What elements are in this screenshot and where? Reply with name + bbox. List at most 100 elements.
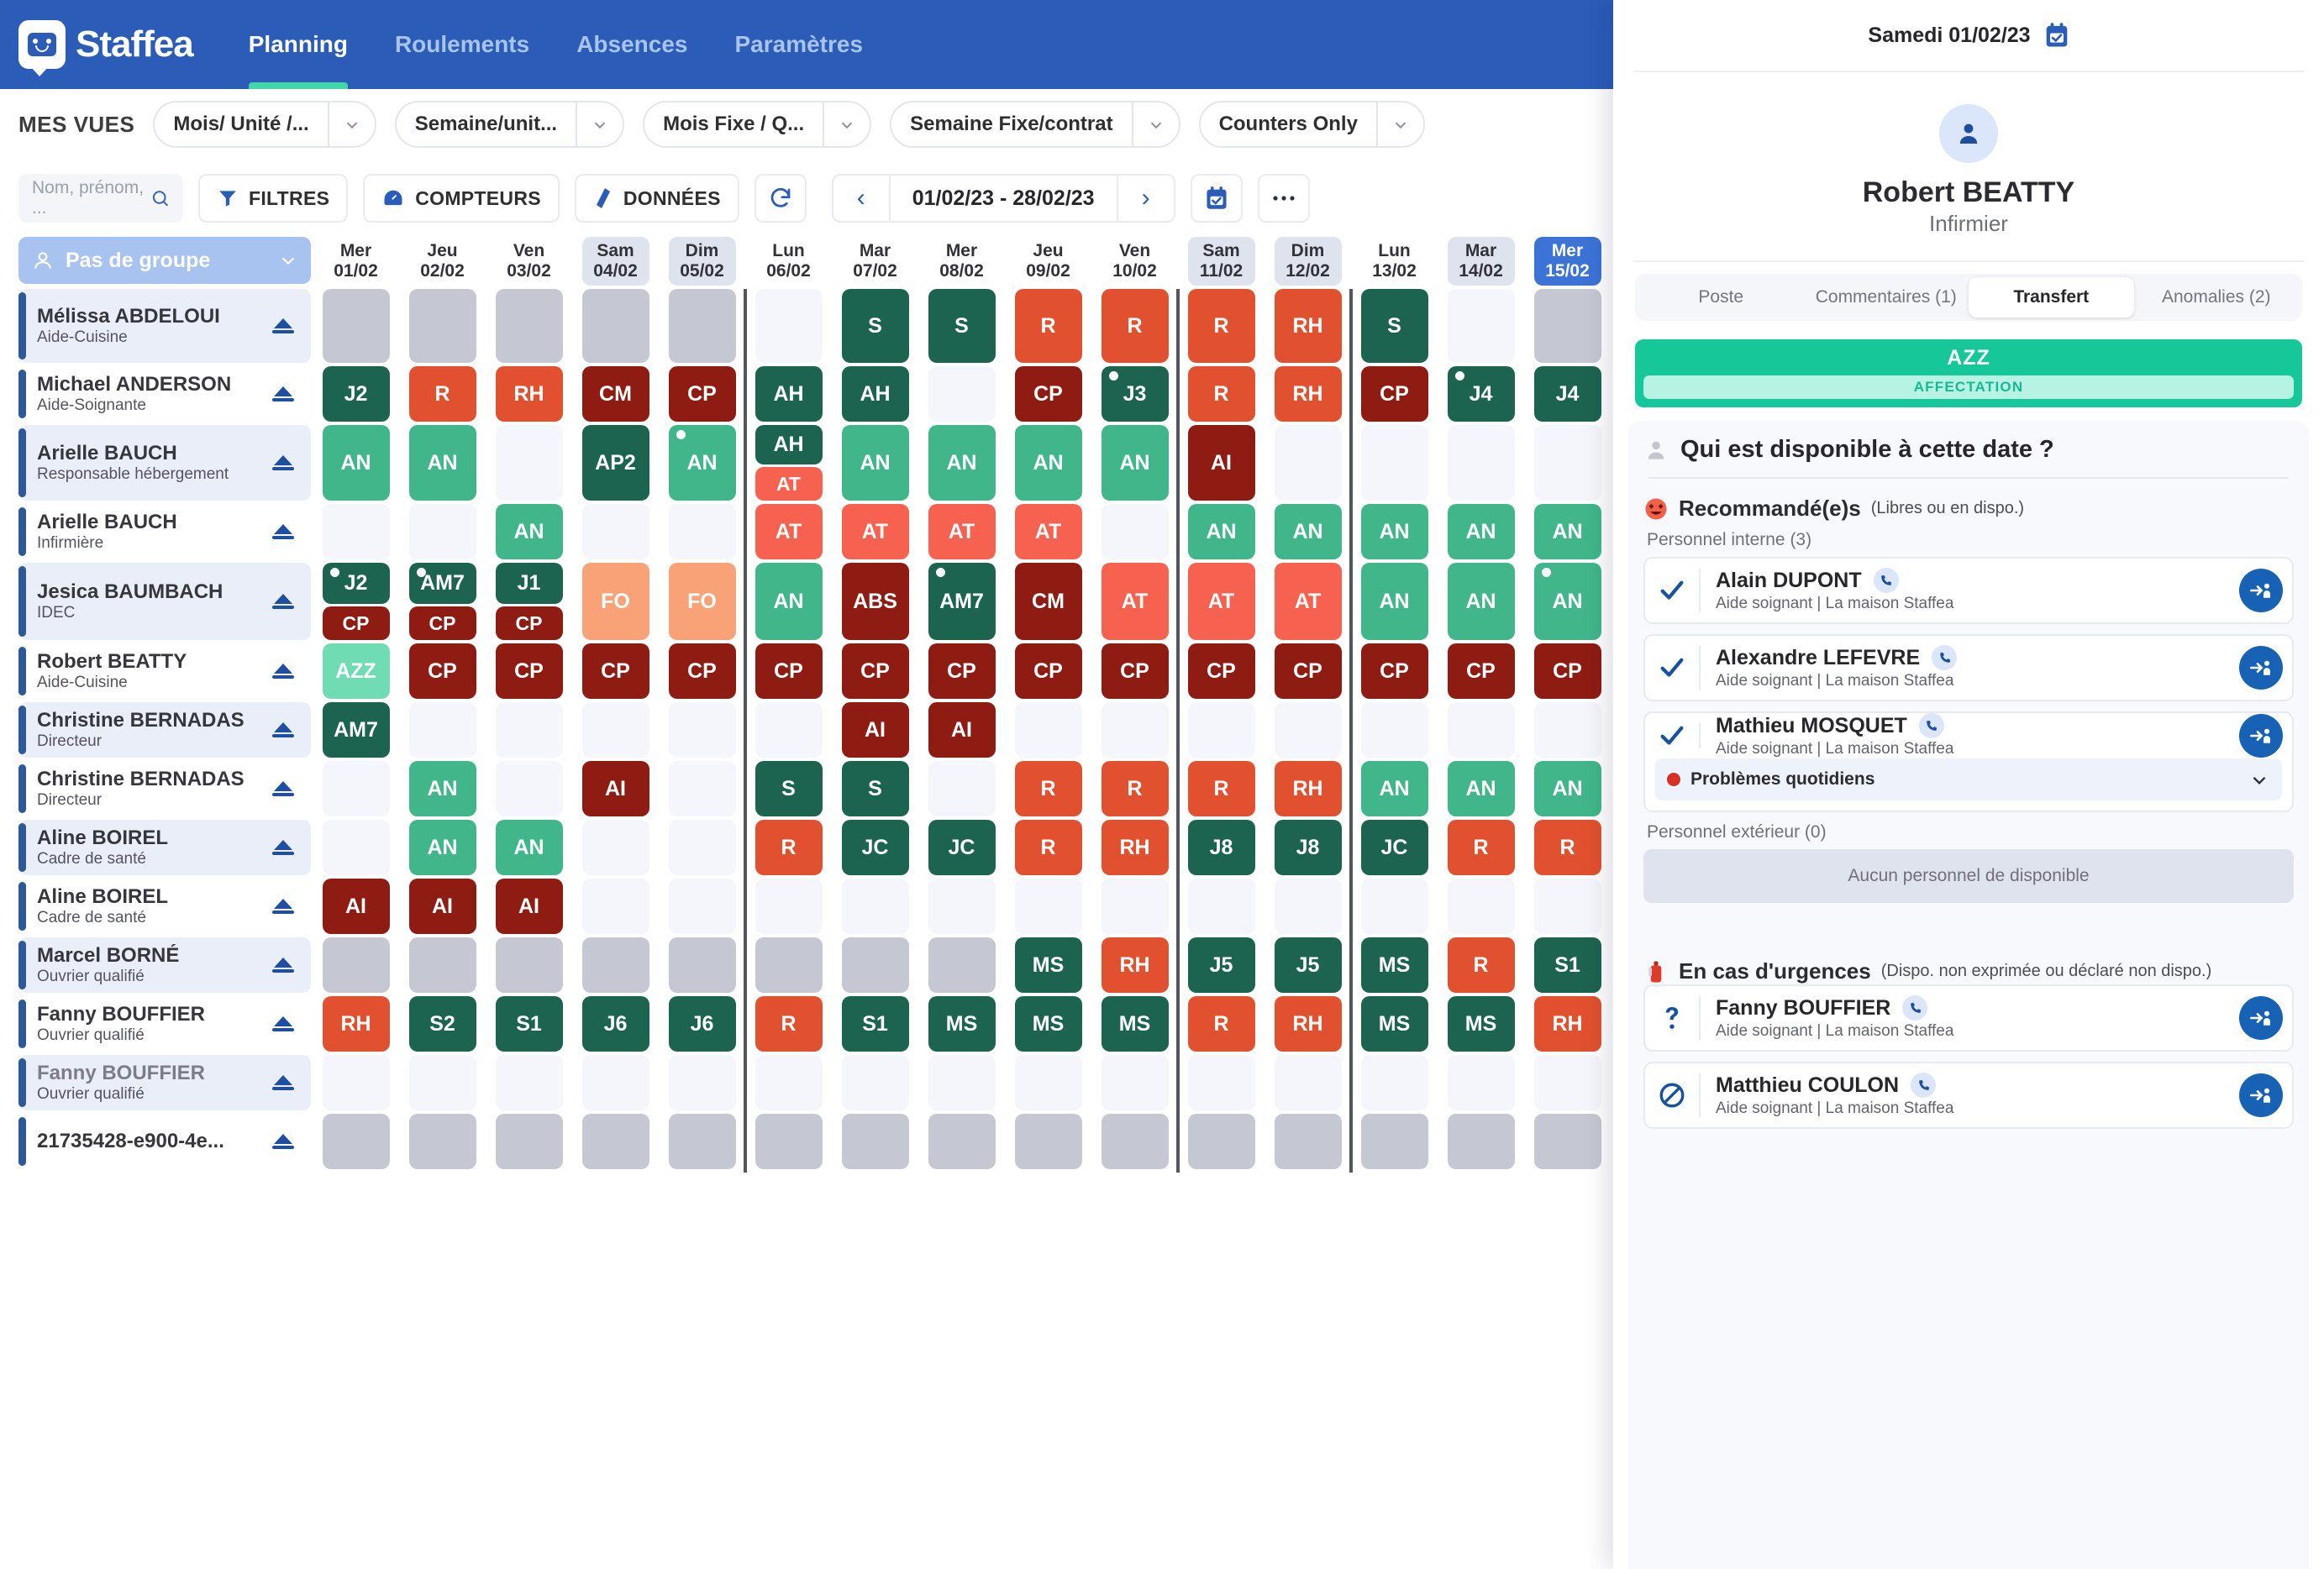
shift-cell[interactable] (1178, 702, 1265, 758)
shift-chip-J6[interactable]: J6 (582, 996, 649, 1052)
view-select-1[interactable]: Semaine/unit... (395, 101, 624, 148)
shift-chip-empty[interactable] (928, 761, 996, 816)
shift-cell[interactable]: RH (1091, 820, 1178, 875)
shift-cell[interactable] (1178, 879, 1265, 934)
shift-cell[interactable]: R (399, 366, 486, 422)
shift-cell[interactable] (918, 937, 1005, 993)
shift-cell[interactable]: J6 (572, 996, 659, 1052)
collapse-row-button[interactable] (269, 1075, 297, 1090)
shift-chip-empty[interactable] (842, 1114, 909, 1169)
shift-chip-empty[interactable] (409, 289, 476, 363)
shift-chip-RH[interactable]: RH (1275, 366, 1342, 422)
collapse-row-button[interactable] (269, 1134, 297, 1149)
shift-chip-AN[interactable]: AN (1361, 563, 1428, 640)
shift-chip-AI[interactable]: AI (582, 761, 649, 816)
next-period-button[interactable]: › (1118, 176, 1174, 221)
shift-cell[interactable] (1524, 289, 1611, 363)
shift-cell[interactable]: R (1005, 289, 1091, 363)
shift-cell[interactable] (1005, 1055, 1091, 1110)
shift-chip-empty[interactable] (323, 504, 390, 559)
shift-cell[interactable] (313, 289, 399, 363)
shift-cell[interactable] (572, 1055, 659, 1110)
collapse-row-button[interactable] (269, 958, 297, 973)
calendar-check-button[interactable] (1191, 174, 1243, 223)
counters-button[interactable]: COMPTEURS (363, 174, 560, 223)
shift-chip-empty[interactable] (1188, 879, 1255, 934)
shift-cell[interactable]: J2CP (313, 563, 399, 640)
shift-cell[interactable]: S2 (399, 996, 486, 1052)
shift-cell[interactable] (1351, 1055, 1438, 1110)
view-select-0[interactable]: Mois/ Unité /... (153, 101, 376, 148)
shift-chip-AM7[interactable]: AM7 (928, 563, 996, 640)
view-select-2[interactable]: Mois Fixe / Q... (643, 101, 871, 148)
shift-chip-empty[interactable] (1361, 1055, 1428, 1110)
assign-button[interactable] (2230, 713, 2292, 758)
shift-cell[interactable]: J3 (1091, 366, 1178, 422)
shift-badge[interactable]: AZZ AFFECTATION (1635, 339, 2302, 407)
shift-cell[interactable] (313, 504, 399, 559)
shift-cell[interactable]: JC (918, 820, 1005, 875)
shift-cell[interactable]: CP (1265, 643, 1351, 699)
shift-cell[interactable] (1524, 879, 1611, 934)
staff-card[interactable]: Alexandre LEFEVREAide soignant | La mais… (1643, 634, 2294, 701)
shift-chip-CP[interactable]: CP (1361, 366, 1428, 422)
data-button[interactable]: DONNÉES (575, 174, 739, 223)
shift-cell[interactable] (399, 504, 486, 559)
shift-chip-JC[interactable]: JC (928, 820, 996, 875)
shift-cell[interactable] (399, 702, 486, 758)
shift-chip-MS[interactable]: MS (1361, 937, 1428, 993)
shift-cell[interactable] (918, 1055, 1005, 1110)
day-header-11-02[interactable]: Sam11/02 (1188, 237, 1255, 286)
refresh-button[interactable] (755, 174, 807, 223)
shift-cell[interactable] (1438, 702, 1524, 758)
shift-chip-AN[interactable]: AN (1361, 504, 1428, 559)
shift-cell[interactable] (1438, 1055, 1524, 1110)
shift-cell[interactable] (1438, 879, 1524, 934)
shift-chip-R[interactable]: R (1188, 761, 1255, 816)
shift-chip-MS[interactable]: MS (1361, 996, 1428, 1052)
day-header-09-02[interactable]: Jeu09/02 (1015, 237, 1082, 286)
shift-chip-CP[interactable]: CP (1015, 366, 1082, 422)
shift-cell[interactable] (572, 820, 659, 875)
shift-cell[interactable] (745, 1055, 832, 1110)
shift-chip-empty[interactable] (1102, 702, 1169, 758)
shift-chip-empty[interactable] (1188, 1055, 1255, 1110)
shift-chip-J2[interactable]: J2 (323, 366, 390, 422)
collapse-row-button[interactable] (269, 386, 297, 401)
day-header-03-02[interactable]: Ven03/02 (496, 237, 563, 286)
shift-cell[interactable]: AI (399, 879, 486, 934)
shift-cell[interactable]: CP (659, 643, 745, 699)
shift-cell[interactable]: AP2 (572, 425, 659, 501)
shift-chip-AT[interactable]: AT (755, 467, 823, 501)
shift-chip-CP[interactable]: CP (496, 606, 563, 640)
shift-chip-MS[interactable]: MS (1015, 937, 1082, 993)
day-header-04-02[interactable]: Sam04/02 (582, 237, 649, 286)
shift-cell[interactable] (486, 702, 572, 758)
shift-cell[interactable] (1178, 1114, 1265, 1169)
shift-chip-CP[interactable]: CP (409, 606, 476, 640)
shift-cell[interactable] (1438, 289, 1524, 363)
shift-cell[interactable] (1351, 1114, 1438, 1169)
shift-cell[interactable]: ABS (832, 563, 918, 640)
shift-cell[interactable] (659, 504, 745, 559)
shift-chip-empty[interactable] (1275, 1114, 1342, 1169)
shift-cell[interactable]: AT (745, 504, 832, 559)
shift-chip-J3[interactable]: J3 (1102, 366, 1169, 422)
shift-chip-AH[interactable]: AH (842, 366, 909, 422)
shift-chip-RH[interactable]: RH (1275, 761, 1342, 816)
shift-chip-empty[interactable] (1448, 425, 1515, 501)
shift-chip-AN[interactable]: AN (1534, 504, 1601, 559)
collapse-row-button[interactable] (269, 594, 297, 609)
collapse-row-button[interactable] (269, 318, 297, 333)
tab-poste[interactable]: Poste (1638, 277, 1804, 317)
shift-cell[interactable]: S1 (832, 996, 918, 1052)
assign-button[interactable] (2230, 559, 2292, 622)
shift-chip-AI[interactable]: AI (409, 879, 476, 934)
shift-cell[interactable] (745, 702, 832, 758)
shift-chip-S1[interactable]: S1 (842, 996, 909, 1052)
shift-cell[interactable]: AT (1091, 563, 1178, 640)
employee-row-header[interactable]: Michael ANDERSONAide-Soignante (18, 366, 311, 422)
shift-chip-R[interactable]: R (1015, 289, 1082, 363)
shift-chip-empty[interactable] (582, 1055, 649, 1110)
shift-cell[interactable] (486, 761, 572, 816)
